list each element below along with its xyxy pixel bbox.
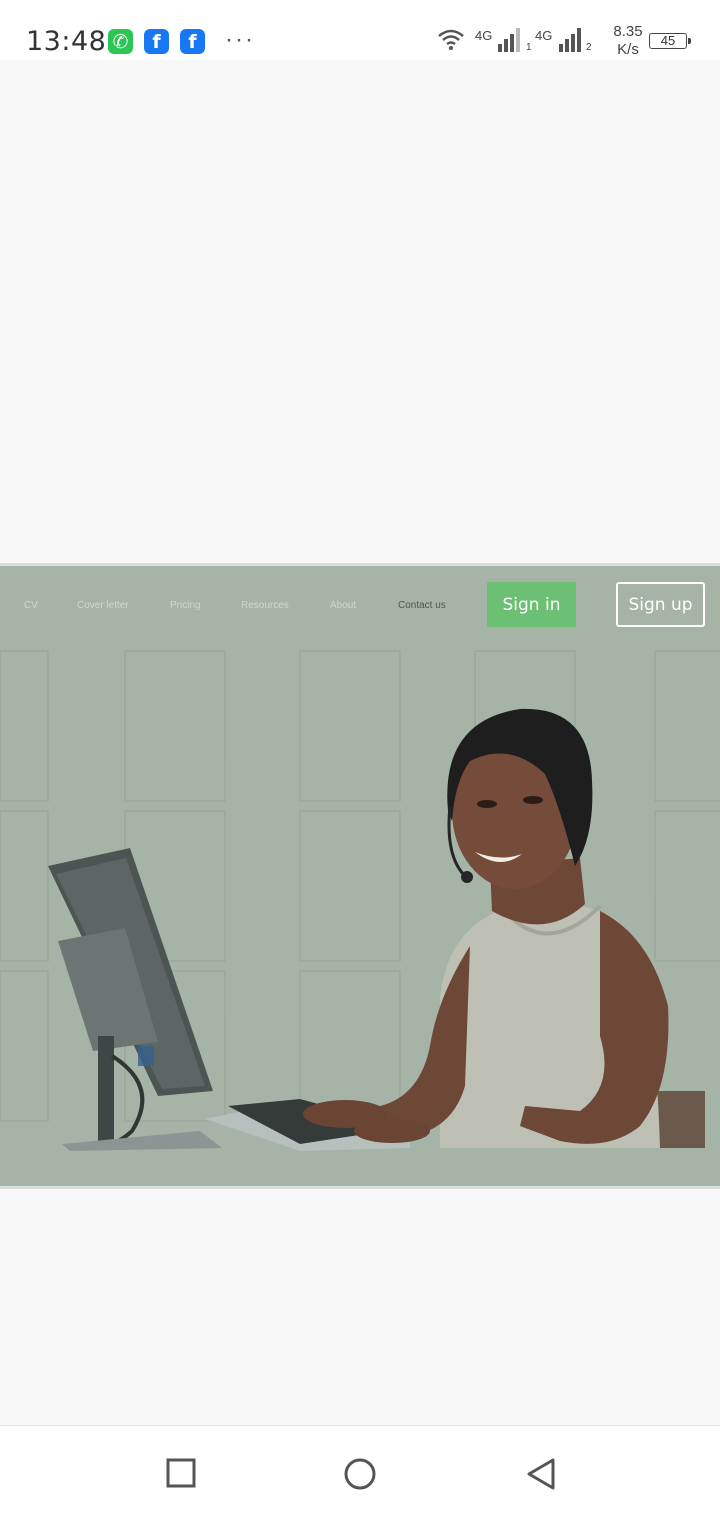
battery-icon: 45 [649, 33, 691, 49]
page-content: CV Cover letter Pricing Resources About … [0, 60, 720, 1425]
clock: 13:48 [26, 26, 107, 57]
nav-link-contact-us[interactable]: Contact us [398, 600, 446, 611]
more-notifications-icon: ··· [225, 26, 255, 53]
speed-unit: K/s [617, 41, 639, 58]
system-navigation-bar [0, 1425, 720, 1521]
sim-2-label: 2 [586, 42, 592, 53]
nav-link-cv[interactable]: CV [24, 600, 38, 611]
nav-link-about[interactable]: About [330, 600, 356, 611]
back-icon[interactable] [525, 1458, 557, 1490]
network-type-1: 4G [475, 28, 493, 43]
signal-icon [498, 28, 520, 52]
recent-apps-icon[interactable] [166, 1458, 196, 1488]
status-bar: 13:48 ✆ f f ··· 4G 1 4G 2 8.35 K/s 45 [0, 0, 720, 60]
signal-icon [559, 28, 581, 52]
sign-in-button[interactable]: Sign in [487, 582, 576, 627]
speed-value: 8.35 [613, 23, 643, 40]
facebook-icon: f [180, 29, 205, 54]
nav-link-cover-letter[interactable]: Cover letter [77, 600, 129, 611]
nav-link-pricing[interactable]: Pricing [170, 600, 201, 611]
facebook-icon: f [144, 29, 169, 54]
network-speed: 8.35 K/s [608, 23, 648, 59]
network-type-2: 4G [535, 28, 553, 43]
sim-1-label: 1 [526, 42, 532, 53]
whatsapp-icon: ✆ [108, 29, 133, 54]
wifi-icon [438, 29, 464, 50]
nav-link-resources[interactable]: Resources [241, 600, 289, 611]
hero-image [0, 650, 720, 1151]
hero-banner: CV Cover letter Pricing Resources About … [0, 563, 720, 1189]
sign-up-button[interactable]: Sign up [616, 582, 705, 627]
home-icon[interactable] [343, 1458, 377, 1490]
